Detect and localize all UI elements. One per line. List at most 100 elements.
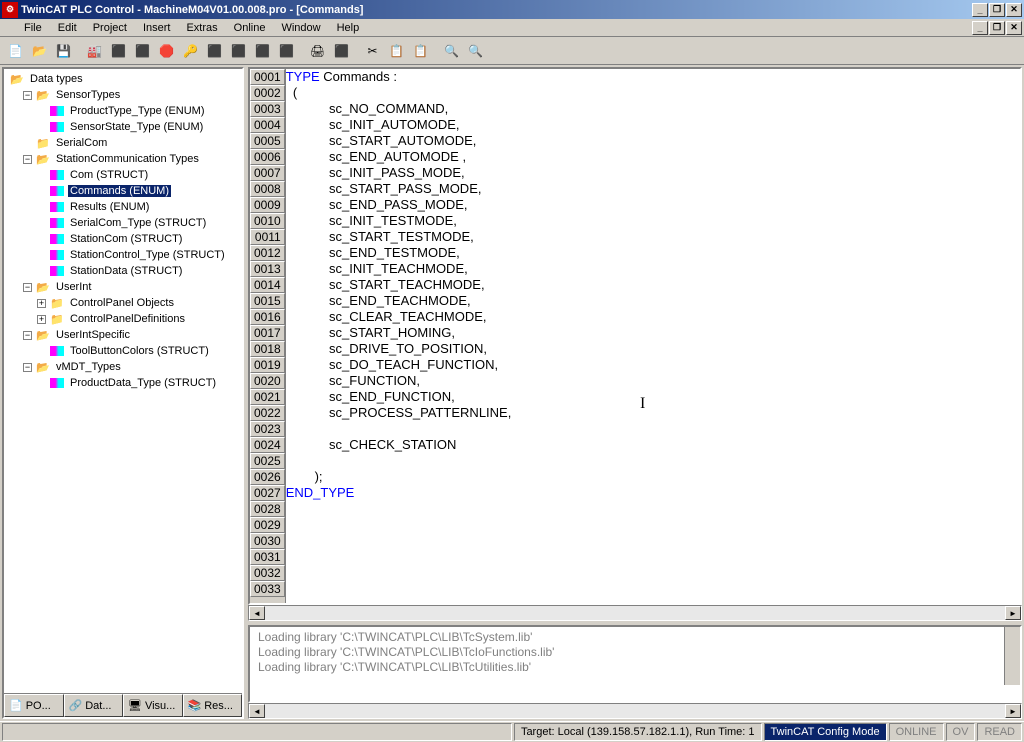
code-line[interactable]: sc_END_PASS_MODE, [286,197,1020,213]
toolbar-button-7[interactable]: 🛑 [155,40,178,62]
toolbar-button-10[interactable]: ⬛ [227,40,250,62]
code-line[interactable]: sc_CHECK_STATION [286,437,1020,453]
toolbar-button-6[interactable]: ⬛ [131,40,154,62]
tree-node[interactable]: ProductType_Type (ENUM) [6,103,240,119]
tree-node-label[interactable]: ToolButtonColors (STRUCT) [68,345,211,357]
close-button[interactable]: ✕ [1006,3,1022,17]
toolbar-button-9[interactable]: ⬛ [203,40,226,62]
toolbar-button-17[interactable]: ✂ [361,40,384,62]
tree-node-label[interactable]: ControlPanelDefinitions [68,313,187,325]
code-line[interactable]: sc_START_PASS_MODE, [286,181,1020,197]
left-tab[interactable]: 📚Res... [183,694,243,717]
tree-node-label[interactable]: ProductType_Type (ENUM) [68,105,207,117]
menu-online[interactable]: Online [226,19,274,37]
tree-node[interactable]: −SensorTypes [6,87,240,103]
mdi-close-button[interactable]: ✕ [1006,21,1022,35]
tree-node-label[interactable]: StationCommunication Types [54,153,201,165]
code-line[interactable]: sc_END_TESTMODE, [286,245,1020,261]
tree-node[interactable]: − vMDT_Types [6,359,240,375]
expand-icon[interactable]: − [23,363,32,372]
menu-insert[interactable]: Insert [135,19,179,37]
menu-project[interactable]: Project [85,19,135,37]
tree-node-label[interactable]: Commands (ENUM) [68,185,171,197]
scroll-right-icon[interactable]: ► [1005,704,1021,718]
tree-node-label[interactable]: StationCom (STRUCT) [68,233,184,245]
code-line[interactable]: END_TYPE [286,485,1020,501]
code-area[interactable]: TYPE Commands : ( sc_NO_COMMAND, sc_INIT… [286,69,1020,603]
code-line[interactable]: sc_CLEAR_TEACHMODE, [286,309,1020,325]
toolbar-button-14[interactable]: 🖨 [306,40,329,62]
expand-icon[interactable]: + [37,299,46,308]
tree-node[interactable]: SerialCom [6,135,240,151]
tree-node[interactable]: Results (ENUM) [6,199,240,215]
code-line[interactable] [286,421,1020,437]
tree-node-label[interactable]: SerialCom_Type (STRUCT) [68,217,208,229]
left-tab[interactable]: 🖥Visu... [123,694,183,717]
tree-node[interactable]: StationData (STRUCT) [6,263,240,279]
menu-window[interactable]: Window [273,19,328,37]
menu-file[interactable]: File [16,19,50,37]
tree-node-label[interactable]: StationControl_Type (STRUCT) [68,249,227,261]
scroll-track[interactable] [265,606,1005,620]
code-line[interactable] [286,581,1020,597]
scroll-left-icon[interactable]: ◄ [249,704,265,718]
tree-node[interactable]: Commands (ENUM) [6,183,240,199]
tree-node[interactable]: − StationCommunication Types [6,151,240,167]
tree-node[interactable]: − UserIntSpecific [6,327,240,343]
tree-node-label[interactable]: SerialCom [54,137,109,149]
code-line[interactable] [286,501,1020,517]
menu-extras[interactable]: Extras [178,19,225,37]
scroll-right-icon[interactable]: ► [1005,606,1021,620]
code-line[interactable] [286,453,1020,469]
tree-node[interactable]: Com (STRUCT) [6,167,240,183]
code-line[interactable]: sc_END_AUTOMODE , [286,149,1020,165]
code-line[interactable] [286,549,1020,565]
mdi-minimize-button[interactable]: _ [972,21,988,35]
tree-node[interactable]: ProductData_Type (STRUCT) [6,375,240,391]
tree-node-label[interactable]: Com (STRUCT) [68,169,150,181]
tree-node-label[interactable]: Results (ENUM) [68,201,151,213]
minimize-button[interactable]: _ [972,3,988,17]
code-line[interactable] [286,517,1020,533]
code-line[interactable] [286,565,1020,581]
tree-node[interactable]: StationCom (STRUCT) [6,231,240,247]
tree-node-label[interactable]: UserInt [54,281,93,293]
toolbar-button-1[interactable]: 📂 [28,40,51,62]
code-line[interactable]: sc_INIT_PASS_MODE, [286,165,1020,181]
tree-node[interactable]: SerialCom_Type (STRUCT) [6,215,240,231]
code-line[interactable]: sc_PROCESS_PATTERNLINE, [286,405,1020,421]
expand-icon[interactable]: − [23,155,32,164]
toolbar-button-18[interactable]: 📋 [385,40,408,62]
menu-help[interactable]: Help [329,19,368,37]
tree-node[interactable]: + ControlPanel Objects [6,295,240,311]
expand-icon[interactable]: + [37,315,46,324]
toolbar-button-22[interactable]: 🔍 [464,40,487,62]
expand-icon[interactable]: − [23,283,32,292]
tree-node[interactable]: + ControlPanelDefinitions [6,311,240,327]
tree-node-label[interactable]: StationData (STRUCT) [68,265,184,277]
tree-node-label[interactable]: UserIntSpecific [54,329,132,341]
code-line[interactable]: sc_DO_TEACH_FUNCTION, [286,357,1020,373]
tree-node-label[interactable]: vMDT_Types [54,361,123,373]
project-tree[interactable]: Data types −SensorTypes ProductType_Type (… [4,69,242,693]
code-line[interactable]: sc_NO_COMMAND, [286,101,1020,117]
toolbar-button-8[interactable]: 🔑 [179,40,202,62]
scroll-left-icon[interactable]: ◄ [249,606,265,620]
code-line[interactable]: sc_START_TEACHMODE, [286,277,1020,293]
code-line[interactable]: sc_FUNCTION, [286,373,1020,389]
code-line[interactable]: sc_END_FUNCTION, [286,389,1020,405]
code-line[interactable]: sc_INIT_TESTMODE, [286,213,1020,229]
expand-icon[interactable]: − [23,91,32,100]
code-line[interactable]: sc_START_HOMING, [286,325,1020,341]
code-line[interactable]: ( [286,85,1020,101]
toolbar-button-4[interactable]: 🏭 [83,40,106,62]
toolbar-button-12[interactable]: ⬛ [275,40,298,62]
tree-node-label[interactable]: ControlPanel Objects [68,297,176,309]
code-line[interactable]: sc_INIT_TEACHMODE, [286,261,1020,277]
toolbar-button-2[interactable]: 💾 [52,40,75,62]
expand-icon[interactable]: − [23,331,32,340]
code-line[interactable]: sc_START_AUTOMODE, [286,133,1020,149]
toolbar-button-21[interactable]: 🔍 [440,40,463,62]
menu-edit[interactable]: Edit [50,19,85,37]
tree-root-label[interactable]: Data types [28,73,85,85]
